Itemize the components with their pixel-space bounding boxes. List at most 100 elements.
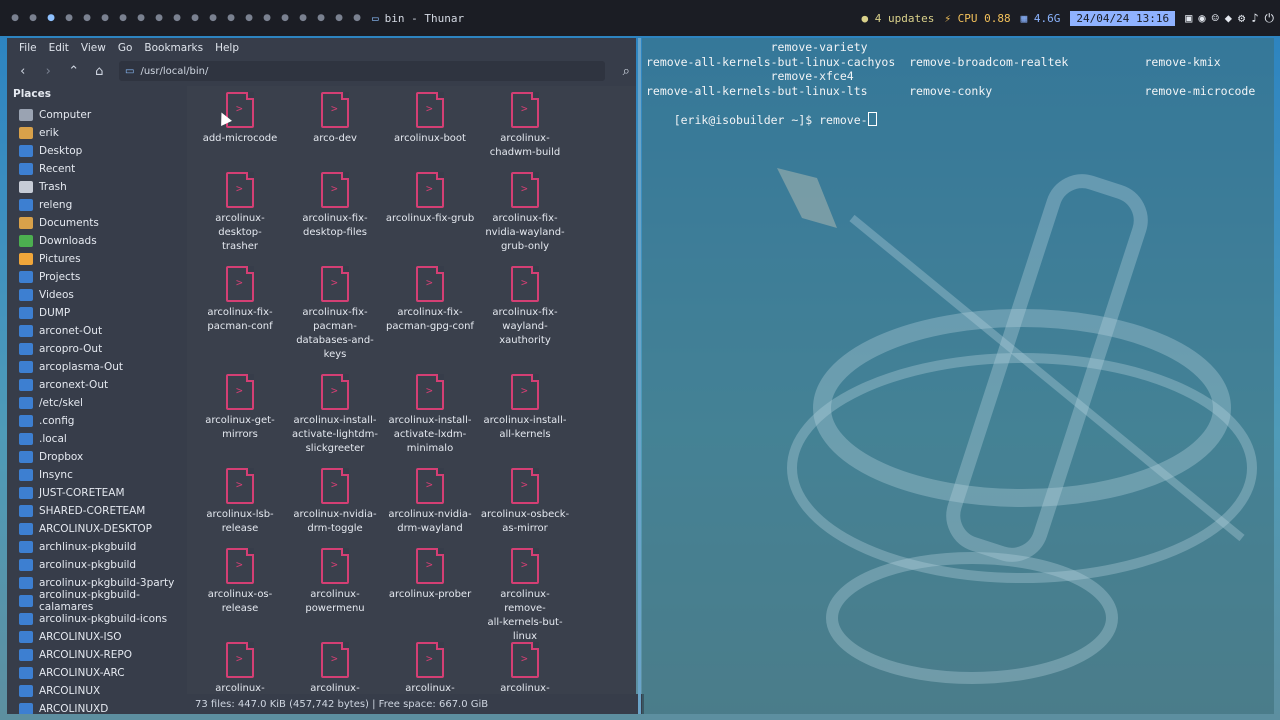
screenshot-icon[interactable]: ▣ <box>1185 11 1192 26</box>
workspace-1-icon[interactable]: ● <box>6 0 24 36</box>
workspace-14-icon[interactable]: ● <box>240 0 258 36</box>
home-button[interactable]: ⌂ <box>90 61 110 81</box>
sidebar-item[interactable]: ARCOLINUX-ISO <box>7 628 185 646</box>
file-item[interactable]: arcolinux-remove- <box>195 642 285 694</box>
volume-icon[interactable]: ♪ <box>1251 11 1258 26</box>
file-item[interactable]: arcolinux-boot <box>385 92 475 146</box>
workspace-9-icon[interactable]: ● <box>150 0 168 36</box>
sidebar-item[interactable]: Recent <box>7 160 185 178</box>
terminal-prompt-line[interactable]: [erik@isobuilder ~]$ remove- <box>646 98 877 141</box>
sidebar-item[interactable]: archlinux-pkgbuild <box>7 538 185 556</box>
forward-button[interactable]: › <box>39 61 59 81</box>
sidebar-item[interactable]: arcolinux-pkgbuild <box>7 556 185 574</box>
file-item[interactable]: arcolinux-install-all-kernels <box>480 374 570 442</box>
sidebar-item[interactable]: arcopro-Out <box>7 340 185 358</box>
power-icon[interactable]: ⏻ <box>1265 11 1275 26</box>
sidebar-item[interactable]: ARCOLINUX-ARC <box>7 664 185 682</box>
file-item[interactable]: arcolinux-desktop-trasher <box>195 172 285 254</box>
file-item[interactable]: arcolinux-nvidia-drm-toggle <box>290 468 380 536</box>
terminal-window[interactable]: remove-variety remove-all-kernels-but-lin… <box>642 38 1274 714</box>
workspace-3-icon[interactable]: ● <box>42 0 60 36</box>
file-item[interactable]: arcolinux-fix-pacman-gpg-conf <box>385 266 475 334</box>
sidebar-item[interactable]: .local <box>7 430 185 448</box>
menu-help[interactable]: Help <box>209 42 245 54</box>
sidebar-item[interactable]: arcolinux-pkgbuild-calamares <box>7 589 185 613</box>
sidebar-item[interactable]: ARCOLINUXD <box>7 700 185 714</box>
workspace-18-icon[interactable]: ● <box>312 0 330 36</box>
file-item[interactable]: arcolinux-install-activate-lxdm-minimalo <box>385 374 475 456</box>
menu-edit[interactable]: Edit <box>43 42 75 54</box>
file-item[interactable]: arcolinux-prober <box>385 548 475 602</box>
file-item[interactable]: arcolinux-fix-desktop-files <box>290 172 380 240</box>
file-item[interactable]: arcolinux-powermenu <box>290 548 380 616</box>
sidebar-item[interactable]: ARCOLINUX-DESKTOP <box>7 520 185 538</box>
sidebar-item[interactable]: releng <box>7 196 185 214</box>
workspace-10-icon[interactable]: ● <box>168 0 186 36</box>
menu-file[interactable]: File <box>13 42 43 54</box>
workspace-20-icon[interactable]: ● <box>348 0 366 36</box>
file-item[interactable]: arcolinux-get-mirrors <box>195 374 285 442</box>
file-item[interactable]: arcolinux-remove- <box>290 642 380 694</box>
file-item[interactable]: arco-dev <box>290 92 380 146</box>
workspace-13-icon[interactable]: ● <box>222 0 240 36</box>
sidebar-item[interactable]: /etc/skel <box>7 394 185 412</box>
sidebar-item[interactable]: .config <box>7 412 185 430</box>
file-item[interactable]: arcolinux-fix-pacman-conf <box>195 266 285 334</box>
file-item[interactable]: arcolinux-chadwm-build <box>480 92 570 160</box>
sidebar-item[interactable]: Projects <box>7 268 185 286</box>
up-button[interactable]: ⌃ <box>64 61 84 81</box>
sidebar-item[interactable]: arconet-Out <box>7 322 185 340</box>
file-item[interactable]: arcolinux-fix-grub <box>385 172 475 226</box>
file-item[interactable]: arcolinux-install-activate-lightdm-slick… <box>290 374 380 456</box>
back-button[interactable]: ‹ <box>13 61 33 81</box>
workspace-2-icon[interactable]: ● <box>24 0 42 36</box>
sidebar-item[interactable]: ARCOLINUX-REPO <box>7 646 185 664</box>
file-item[interactable]: arcolinux-fix-wayland-xauthority <box>480 266 570 348</box>
menu-bookmarks[interactable]: Bookmarks <box>138 42 209 54</box>
updates-indicator[interactable]: ● 4 updates <box>862 12 935 25</box>
workspace-4-icon[interactable]: ● <box>60 0 78 36</box>
clock[interactable]: 24/04/24 13:16 <box>1070 10 1176 26</box>
workspace-16-icon[interactable]: ● <box>276 0 294 36</box>
workspace-6-icon[interactable]: ● <box>96 0 114 36</box>
file-item[interactable]: arcolinux-nvidia-drm-wayland <box>385 468 475 536</box>
sidebar-item[interactable]: Insync <box>7 466 185 484</box>
sidebar-item[interactable]: Trash <box>7 178 185 196</box>
dropbox-icon[interactable]: ◆ <box>1225 11 1232 26</box>
sidebar-item[interactable]: Desktop <box>7 142 185 160</box>
file-item[interactable]: arcolinux-osbeck-as-mirror <box>480 468 570 536</box>
sidebar-item[interactable]: Documents <box>7 214 185 232</box>
sidebar-item[interactable]: SHARED-CORETEAM <box>7 502 185 520</box>
file-item[interactable]: arcolinux-remove- <box>480 642 570 694</box>
location-bar[interactable]: ▭ /usr/local/bin/ <box>119 61 605 81</box>
sidebar-item[interactable]: arcolinux-pkgbuild-icons <box>7 610 185 628</box>
workspace-15-icon[interactable]: ● <box>258 0 276 36</box>
workspace-8-icon[interactable]: ● <box>132 0 150 36</box>
workspace-17-icon[interactable]: ● <box>294 0 312 36</box>
sidebar-item[interactable]: Downloads <box>7 232 185 250</box>
sidebar-item[interactable]: DUMP <box>7 304 185 322</box>
file-item[interactable]: arcolinux-remove- <box>385 642 475 694</box>
sidebar-item[interactable]: JUST-CORETEAM <box>7 484 185 502</box>
sidebar-item[interactable]: Computer <box>7 106 185 124</box>
search-icon[interactable]: ⌕ <box>617 61 637 81</box>
menu-go[interactable]: Go <box>112 42 139 54</box>
sidebar-item[interactable]: erik <box>7 124 185 142</box>
file-item[interactable]: arcolinux-lsb-release <box>195 468 285 536</box>
discord-icon[interactable]: ☺ <box>1212 11 1219 26</box>
workspace-7-icon[interactable]: ● <box>114 0 132 36</box>
workspace-12-icon[interactable]: ● <box>204 0 222 36</box>
workspace-11-icon[interactable]: ● <box>186 0 204 36</box>
workspace-19-icon[interactable]: ● <box>330 0 348 36</box>
workspace-5-icon[interactable]: ● <box>78 0 96 36</box>
file-item[interactable]: add-microcode <box>195 92 285 146</box>
file-item[interactable]: arcolinux-fix-pacman-databases-and-keys <box>290 266 380 362</box>
menu-view[interactable]: View <box>75 42 112 54</box>
sidebar-item[interactable]: Pictures <box>7 250 185 268</box>
sidebar-item[interactable]: Videos <box>7 286 185 304</box>
file-item[interactable]: arcolinux-remove-all-kernels-but-linux <box>480 548 570 644</box>
file-item[interactable]: arcolinux-fix-nvidia-wayland-grub-only <box>480 172 570 254</box>
camera-icon[interactable]: ◉ <box>1198 11 1205 26</box>
sidebar-item[interactable]: arcoplasma-Out <box>7 358 185 376</box>
sidebar-item[interactable]: Dropbox <box>7 448 185 466</box>
